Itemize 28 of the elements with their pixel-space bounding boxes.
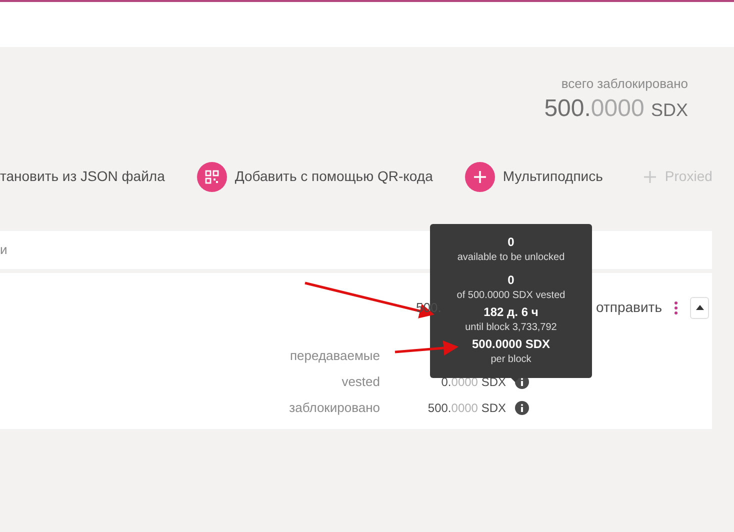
- action-button[interactable]: тановить из JSON файла: [0, 166, 165, 187]
- send-button[interactable]: отправить: [596, 297, 662, 318]
- action-button[interactable]: Добавить с помощью QR-кода: [196, 162, 433, 192]
- detail-label: передаваемые: [289, 346, 380, 365]
- tooltip-caption: until block 3,733,792: [465, 321, 557, 335]
- info-icon[interactable]: [515, 400, 529, 414]
- more-options-icon[interactable]: [674, 300, 678, 314]
- summary-label: всего заблокировано: [561, 75, 688, 93]
- detail-label: заблокировано: [288, 398, 380, 417]
- tooltip-caption: available to be unlocked: [457, 251, 565, 265]
- action-button[interactable]: Мультиподпись: [464, 162, 603, 192]
- tooltip-value: 0: [508, 272, 514, 288]
- detail-value: 0.0000 SDX: [440, 374, 506, 390]
- tooltip-value: 500.0000 SDX: [472, 336, 550, 352]
- detail-value: 500.0000 SDX: [426, 400, 506, 416]
- triangle-icon: [696, 305, 704, 310]
- tooltip-caption: of 500.0000 SDX vested: [456, 289, 566, 303]
- tooltip-value: 182 д. 6 ч: [484, 304, 538, 320]
- plus-icon: [464, 162, 495, 192]
- detail-label: vested: [340, 372, 380, 391]
- collapse-button[interactable]: [690, 296, 710, 318]
- annotation-arrow: [394, 340, 458, 356]
- qr-code-icon: [196, 162, 227, 192]
- column-header: и: [0, 240, 8, 259]
- summary-value: 500.0000 SDX: [544, 94, 688, 124]
- tooltip-caption: per block: [490, 353, 532, 367]
- tooltip-value: 0: [508, 234, 514, 250]
- plus-icon: [642, 170, 657, 184]
